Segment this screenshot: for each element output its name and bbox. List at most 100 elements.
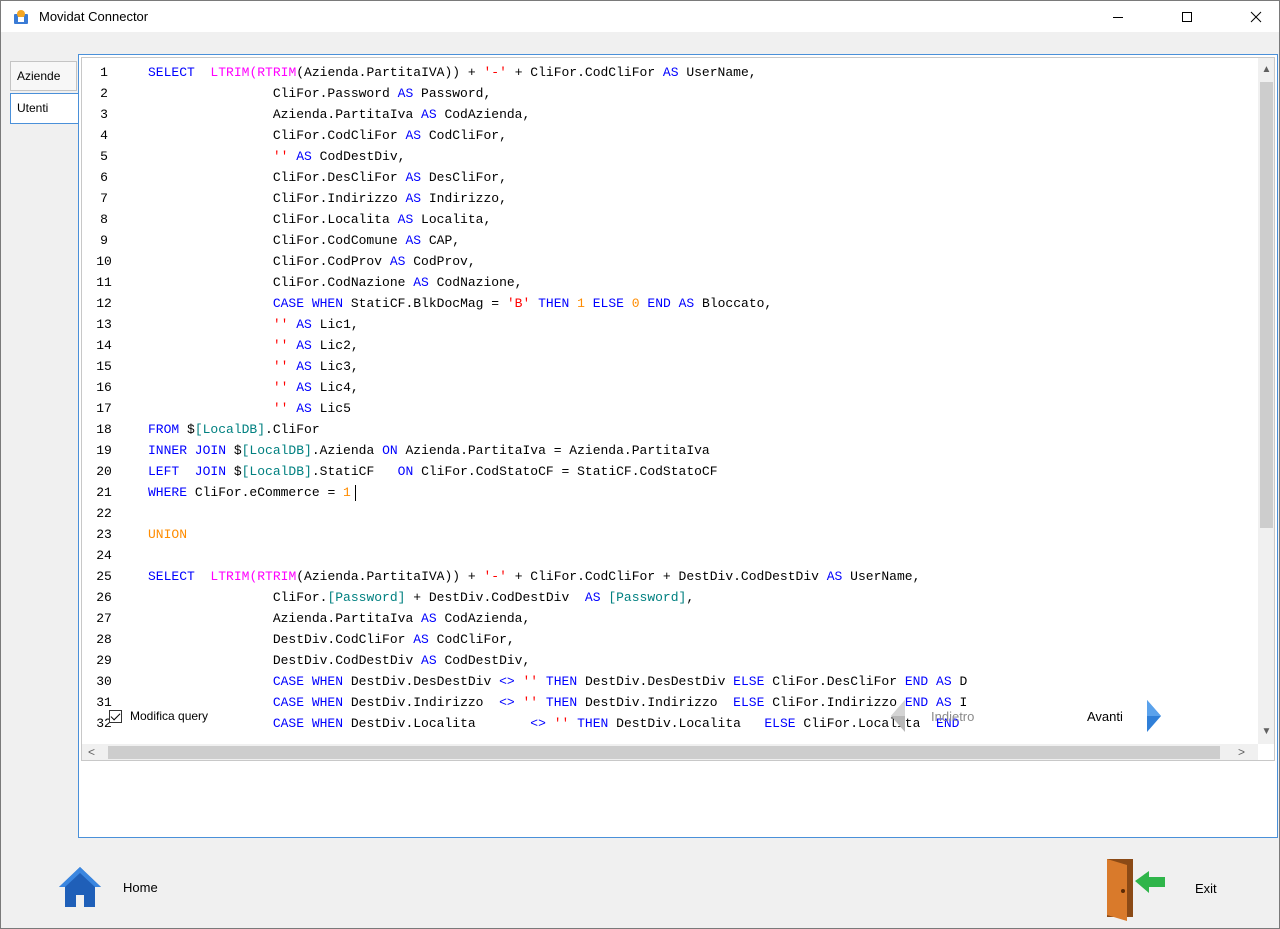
code-line: 21 WHERE CliFor.eCommerce = 1 xyxy=(82,482,1258,503)
scroll-thumb[interactable] xyxy=(1260,82,1273,528)
tab-label: Utenti xyxy=(17,101,49,115)
maximize-button[interactable] xyxy=(1164,1,1210,32)
code-line: 28 DestDiv.CodCliFor AS CodCliFor, xyxy=(82,629,1258,650)
code-text: CliFor.CodCliFor AS CodCliFor, xyxy=(148,128,507,143)
window-title: Movidat Connector xyxy=(39,9,149,24)
line-number: 3 xyxy=(100,107,108,122)
line-number: 27 xyxy=(96,611,112,626)
code-line: 17 '' AS Lic5 xyxy=(82,398,1258,419)
app-window: Movidat Connector Aziende Utenti 1 SELECT… xyxy=(0,0,1280,929)
code-text: '' AS Lic4, xyxy=(272,380,359,395)
code-line: 30 CASE WHEN DestDiv.DesDestDiv <> '' TH… xyxy=(82,671,1258,692)
code-line: 12 CASE WHEN StatiCF.BlkDocMag = 'B' THE… xyxy=(82,293,1258,314)
code-line: 1 SELECT LTRIM(RTRIM(Azienda.PartitaIVA))… xyxy=(82,62,1258,83)
code-line: 32 CASE WHEN DestDiv.Localita <> '' THEN… xyxy=(82,713,1258,734)
line-number: 5 xyxy=(100,149,108,164)
home-label: Home xyxy=(123,879,158,895)
line-number: 18 xyxy=(96,422,112,437)
home-icon xyxy=(59,867,101,907)
checkbox-box[interactable] xyxy=(109,709,122,723)
back-arrow-icon xyxy=(891,700,905,732)
code-text: UNION xyxy=(148,527,188,542)
code-line: 18 FROM $[LocalDB].CliFor xyxy=(82,419,1258,440)
minimize-button[interactable] xyxy=(1095,1,1141,32)
next-arrow-icon xyxy=(1146,700,1161,732)
arrow-left-icon[interactable]: < xyxy=(88,745,95,759)
code-line: 19 INNER JOIN $[LocalDB].Azienda ON Azien… xyxy=(82,440,1258,461)
code-text: SELECT LTRIM(RTRIM(Azienda.PartitaIVA)) … xyxy=(148,569,921,584)
next-button[interactable]: Avanti xyxy=(1087,699,1163,733)
code-text: '' AS Lic1, xyxy=(272,317,359,332)
minimize-icon xyxy=(1113,16,1123,18)
line-number: 23 xyxy=(96,527,112,542)
exit-label: Exit xyxy=(1195,880,1217,896)
code-line: 24 xyxy=(82,545,1258,566)
code-text: Azienda.PartitaIva AS CodAzienda, xyxy=(148,611,531,626)
line-number: 8 xyxy=(100,212,108,227)
line-number: 6 xyxy=(100,170,108,185)
line-number: 19 xyxy=(96,443,112,458)
code-line: 8 CliFor.Localita AS Localita, xyxy=(82,209,1258,230)
code-line: 20 LEFT JOIN $[LocalDB].StatiCF ON CliFor… xyxy=(82,461,1258,482)
back-button[interactable]: Indietro xyxy=(889,699,974,733)
modifica-query-checkbox[interactable]: Modifica query xyxy=(109,709,208,723)
code-text: WHERE CliFor.eCommerce = 1 xyxy=(148,482,356,503)
arrow-down-icon[interactable]: ▼ xyxy=(1258,726,1274,740)
tab-aziende[interactable]: Aziende xyxy=(10,61,77,91)
title-bar: Movidat Connector xyxy=(1,1,1279,32)
code-text: CASE WHEN StatiCF.BlkDocMag = 'B' THEN 1… xyxy=(272,296,773,311)
code-text: '' AS CodDestDiv, xyxy=(272,149,406,164)
code-line: 27 Azienda.PartitaIva AS CodAzienda, xyxy=(82,608,1258,629)
line-number: 29 xyxy=(96,653,112,668)
line-number: 25 xyxy=(96,569,112,584)
exit-door-icon xyxy=(1107,859,1165,921)
code-line: 11 CliFor.CodNazione AS CodNazione, xyxy=(82,272,1258,293)
horizontal-scrollbar[interactable]: < > xyxy=(82,744,1258,760)
code-line: 3 Azienda.PartitaIva AS CodAzienda, xyxy=(82,104,1258,125)
line-number: 11 xyxy=(96,275,112,290)
home-button[interactable]: Home xyxy=(57,865,158,909)
line-number: 24 xyxy=(96,548,112,563)
code-text: DestDiv.CodCliFor AS CodCliFor, xyxy=(148,632,515,647)
code-text: CliFor.DesCliFor AS DesCliFor, xyxy=(148,170,507,185)
close-button[interactable] xyxy=(1233,1,1279,32)
code-text: CliFor.Password AS Password, xyxy=(148,86,492,101)
vertical-scrollbar[interactable]: ▲ ▼ xyxy=(1258,58,1274,744)
code-line: 5 '' AS CodDestDiv, xyxy=(82,146,1258,167)
code-text: CASE WHEN DestDiv.DesDestDiv <> '' THEN … xyxy=(272,674,968,689)
code-line: 23 UNION xyxy=(82,524,1258,545)
code-line: 26 CliFor.[Password] + DestDiv.CodDestDi… xyxy=(82,587,1258,608)
sql-editor[interactable]: 1 SELECT LTRIM(RTRIM(Azienda.PartitaIVA))… xyxy=(81,57,1275,761)
code-text: CASE WHEN DestDiv.Localita <> '' THEN De… xyxy=(272,716,960,731)
code-line: 4 CliFor.CodCliFor AS CodCliFor, xyxy=(82,125,1258,146)
line-number: 16 xyxy=(96,380,112,395)
exit-button[interactable]: Exit xyxy=(1105,855,1217,921)
code-line: 7 CliFor.Indirizzo AS Indirizzo, xyxy=(82,188,1258,209)
line-number: 30 xyxy=(96,674,112,689)
line-number: 7 xyxy=(100,191,108,206)
maximize-icon xyxy=(1182,11,1192,22)
next-label: Avanti xyxy=(1087,708,1123,724)
code-text: FROM $[LocalDB].CliFor xyxy=(148,422,320,437)
code-text: CliFor.CodNazione AS CodNazione, xyxy=(148,275,523,290)
line-number: 9 xyxy=(100,233,108,248)
code-text: '' AS Lic5 xyxy=(272,401,351,416)
scroll-thumb[interactable] xyxy=(108,746,1220,759)
tab-label: Aziende xyxy=(17,69,61,83)
code-area[interactable]: 1 SELECT LTRIM(RTRIM(Azienda.PartitaIVA))… xyxy=(82,62,1258,742)
query-panel: 1 SELECT LTRIM(RTRIM(Azienda.PartitaIVA))… xyxy=(78,54,1278,838)
arrow-right-icon[interactable]: > xyxy=(1238,745,1245,759)
code-line: 31 CASE WHEN DestDiv.Indirizzo <> '' THE… xyxy=(82,692,1258,713)
code-text: DestDiv.CodDestDiv AS CodDestDiv, xyxy=(148,653,531,668)
close-icon xyxy=(1250,11,1262,22)
arrow-up-icon[interactable]: ▲ xyxy=(1258,64,1274,78)
checkbox-label: Modifica query xyxy=(130,709,209,723)
line-number: 21 xyxy=(96,485,112,500)
tab-utenti[interactable]: Utenti xyxy=(10,93,79,124)
line-number: 22 xyxy=(96,506,112,521)
line-number: 14 xyxy=(96,338,112,353)
app-icon xyxy=(14,10,28,24)
code-line: 22 xyxy=(82,503,1258,524)
text-caret xyxy=(354,484,356,501)
code-text: CliFor.CodComune AS CAP, xyxy=(148,233,461,248)
